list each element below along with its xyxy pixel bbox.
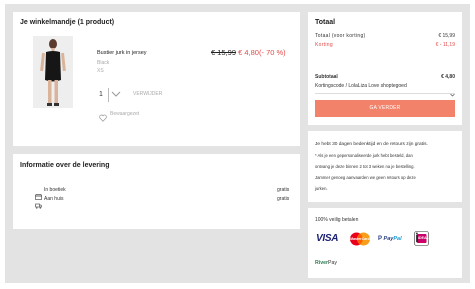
truck-icon <box>35 196 42 209</box>
riverty-logo: RiverPay <box>315 260 337 266</box>
delivery-title: Informatie over de levering <box>20 162 110 169</box>
returns-text-line: ontvang je deze binnen 2 tot 3 weken na … <box>315 164 415 169</box>
discount-label: Korting <box>315 42 333 48</box>
subtotal-value: € 4,80 <box>441 74 455 80</box>
shop-icon <box>34 187 43 200</box>
voucher-toggle[interactable]: Kortingscode / LolaLiza Love shoptegoed <box>315 83 407 89</box>
heart-icon[interactable] <box>99 109 107 122</box>
discount-value: € - 11,19 <box>435 42 455 48</box>
product-color: Black <box>97 60 110 66</box>
page-background: Je winkelmandje (1 product) Bustier jurk… <box>5 4 470 283</box>
checkout-button[interactable]: GA VERDER <box>315 100 455 117</box>
ideal-wordmark: iDEAL <box>418 236 429 240</box>
payment-methods-panel: 100% veilig betalen VISA MasterCard P Pa… <box>308 208 462 278</box>
visa-logo: VISA <box>316 233 339 244</box>
divider <box>315 93 455 94</box>
mastercard-logo: MasterCard <box>348 232 372 246</box>
totals-panel: Totaal Totaal (voor korting) € 15,99 Kor… <box>308 12 462 125</box>
quantity-divider <box>108 88 109 102</box>
save-for-later-link[interactable]: Bewaargezet <box>110 111 139 117</box>
paypal-logo: P PayPal <box>378 236 402 242</box>
returns-text-line: Jammer genoeg aanvaarden we geen retours… <box>315 175 416 180</box>
delivery-option-home-price: gratis <box>277 196 290 202</box>
subtotal-label: Subtotaal <box>315 74 338 80</box>
price-group: € 15,99 € 4,80(- 70 %) <box>211 48 286 57</box>
mastercard-wordmark: MasterCard <box>350 236 370 241</box>
paypal-wordmark-pay: Pay <box>383 236 394 242</box>
chevron-down-icon[interactable] <box>450 84 455 97</box>
riverty-wordmark-b: Pay <box>327 260 337 266</box>
payment-title: 100% veilig betalen <box>315 217 359 223</box>
dress-model-illustration <box>33 36 73 108</box>
returns-info-panel: Je hebt 30 dagen bedenktijd en de retour… <box>308 131 462 202</box>
remove-link[interactable]: VERWIJDER <box>133 91 162 97</box>
product-size: XS <box>97 68 104 74</box>
ideal-logo: iDEAL <box>414 231 429 246</box>
returns-text-line: Je hebt 30 dagen bedenktijd en de retour… <box>315 142 428 147</box>
delivery-option-shop-price: gratis <box>277 187 290 193</box>
total-before-discount-label: Totaal (voor korting) <box>315 33 366 39</box>
new-price: € 4,80 <box>238 48 259 57</box>
riverty-wordmark-a: River <box>315 260 328 266</box>
delivery-option-shop-label: In boetiek <box>44 187 66 193</box>
discount-percent: (- 70 %) <box>258 48 286 57</box>
delivery-option-home-label: Aan huis <box>44 196 64 202</box>
returns-text-line: jurken. <box>315 186 328 191</box>
paypal-wordmark-pal: Pal <box>393 236 402 242</box>
chevron-down-icon[interactable] <box>111 90 121 98</box>
cart-title: Je winkelmandje (1 product) <box>20 19 115 26</box>
product-name[interactable]: Bustier jurk in jersey <box>97 50 147 56</box>
returns-text-line: * Als je een gepersonaliseerde jurk hebt… <box>315 153 413 158</box>
quantity-value: 1 <box>99 91 103 98</box>
delivery-panel: Informatie over de levering In boetiek g… <box>13 154 300 229</box>
totals-title: Totaal <box>315 19 336 26</box>
total-before-discount-value: € 15,99 <box>438 33 455 39</box>
old-price: € 15,99 <box>211 48 237 57</box>
product-image[interactable] <box>33 36 73 108</box>
paypal-p-icon: P <box>378 236 383 242</box>
quantity-selector[interactable]: 1 <box>97 88 125 102</box>
cart-panel: Je winkelmandje (1 product) Bustier jurk… <box>13 12 300 146</box>
